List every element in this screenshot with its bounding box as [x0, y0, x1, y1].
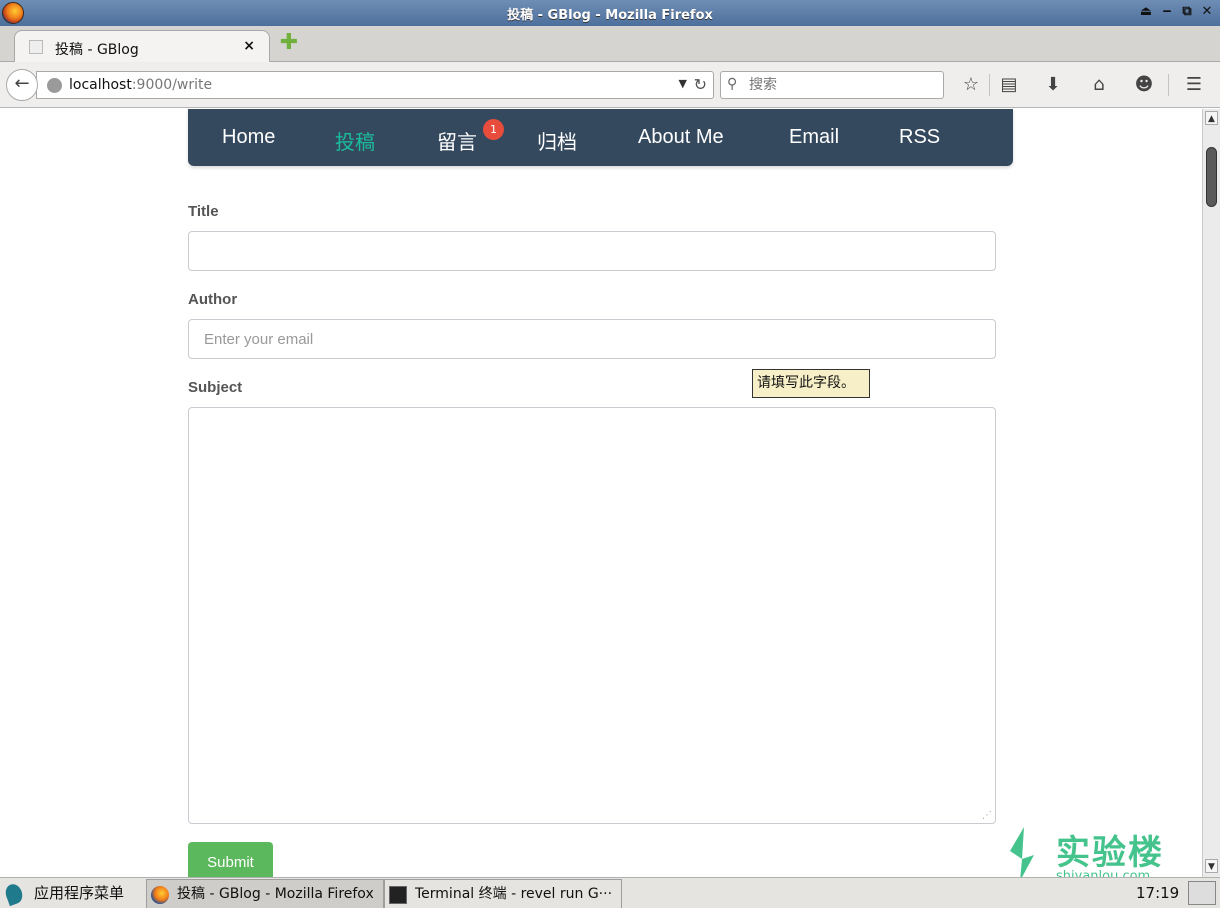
- home-icon[interactable]: ⌂: [1086, 72, 1112, 98]
- nav-archive[interactable]: 归档: [537, 126, 577, 155]
- submit-button[interactable]: Submit: [188, 842, 273, 877]
- nav-submit-post[interactable]: 投稿: [335, 126, 375, 155]
- tab-strip: 投稿 - GBlog × ✚: [0, 26, 1220, 63]
- scroll-up-icon[interactable]: ▲: [1205, 111, 1218, 125]
- site-navbar: Home 1 投稿 留言 归档 About Me Email RSS: [188, 109, 1013, 166]
- close-window-button[interactable]: ✕: [1198, 3, 1216, 21]
- resize-grip-icon[interactable]: ⋰: [982, 810, 993, 821]
- navigation-toolbar: localhost:9000/write ▼ ↻ ← ⚲ ☆ ▤ ⬇ ⌂ ☻ ☰: [0, 62, 1220, 108]
- terminal-icon: [389, 886, 407, 904]
- reload-icon[interactable]: ↻: [694, 75, 707, 94]
- nav-rss[interactable]: RSS: [899, 126, 940, 149]
- search-input[interactable]: [749, 76, 929, 94]
- system-tray-icon[interactable]: [1188, 881, 1216, 905]
- chat-icon[interactable]: ☻: [1131, 72, 1157, 98]
- subject-textarea[interactable]: [188, 407, 996, 824]
- reading-list-icon[interactable]: ▤: [996, 72, 1022, 98]
- app-menu-icon: [3, 881, 25, 906]
- page-favicon-icon: [29, 40, 43, 54]
- nav-about-me[interactable]: About Me: [638, 126, 724, 149]
- shiyanlou-logo-icon: [1010, 827, 1034, 877]
- notification-badge: 1: [483, 119, 504, 140]
- author-label: Author: [188, 291, 238, 308]
- watermark-name: 实验楼: [1056, 833, 1164, 873]
- watermark-url: shiyanlou.com: [1056, 869, 1151, 877]
- tab-gblog[interactable]: 投稿 - GBlog ×: [14, 30, 270, 63]
- url-bar[interactable]: localhost:9000/write ▼ ↻: [36, 71, 714, 99]
- firefox-icon: [151, 886, 169, 904]
- url-dropdown-icon[interactable]: ▼: [679, 77, 687, 90]
- author-email-input[interactable]: [188, 319, 996, 359]
- eject-icon[interactable]: ⏏: [1137, 3, 1155, 21]
- clock: 17:19: [1136, 884, 1180, 902]
- applications-menu[interactable]: 应用程序菜单: [3, 881, 125, 906]
- tab-close-icon[interactable]: ×: [243, 38, 255, 54]
- toolbar-separator: [989, 74, 990, 96]
- page-viewport: Home 1 投稿 留言 归档 About Me Email RSS Title…: [0, 109, 1202, 877]
- minimize-button[interactable]: ‒: [1158, 3, 1176, 21]
- url-path: :9000/write: [131, 77, 213, 93]
- download-icon[interactable]: ⬇: [1040, 72, 1066, 98]
- bookmark-star-icon[interactable]: ☆: [958, 72, 984, 98]
- search-box[interactable]: ⚲: [720, 71, 944, 99]
- title-label: Title: [188, 203, 219, 220]
- scrollbar-thumb[interactable]: [1206, 147, 1217, 207]
- restore-button[interactable]: ⧉: [1178, 3, 1196, 21]
- window-titlebar: 投稿 - GBlog - Mozilla Firefox ⏏ ‒ ⧉ ✕: [0, 0, 1220, 26]
- nav-email[interactable]: Email: [789, 126, 839, 149]
- nav-guestbook[interactable]: 留言: [437, 126, 477, 155]
- nav-home[interactable]: Home: [222, 126, 275, 149]
- task-firefox[interactable]: 投稿 - GBlog - Mozilla Firefox: [146, 879, 384, 908]
- task-terminal[interactable]: Terminal 终端 - revel run G···: [384, 879, 622, 908]
- tab-title: 投稿 - GBlog: [55, 42, 139, 58]
- toolbar-separator: [1168, 74, 1169, 96]
- shiyanlou-watermark: 实验楼 shiyanlou.com: [1000, 821, 1180, 877]
- back-button[interactable]: ←: [6, 69, 38, 101]
- task-firefox-label: 投稿 - GBlog - Mozilla Firefox: [177, 886, 374, 902]
- url-text[interactable]: localhost:9000/write: [69, 77, 212, 93]
- vertical-scrollbar[interactable]: ▲ ▼: [1202, 109, 1220, 877]
- task-terminal-label: Terminal 终端 - revel run G···: [415, 886, 613, 902]
- subject-label: Subject: [188, 379, 243, 396]
- url-host: localhost: [69, 77, 132, 93]
- desktop-taskbar: 应用程序菜单 投稿 - GBlog - Mozilla Firefox Term…: [0, 877, 1220, 908]
- title-input[interactable]: [188, 231, 996, 271]
- validation-tooltip: 请填写此字段。: [752, 369, 870, 398]
- menu-icon[interactable]: ☰: [1181, 72, 1207, 98]
- globe-icon: [47, 78, 62, 93]
- scroll-down-icon[interactable]: ▼: [1205, 859, 1218, 873]
- search-icon: ⚲: [727, 76, 738, 92]
- applications-menu-label: 应用程序菜单: [34, 884, 125, 902]
- new-tab-button[interactable]: ✚: [278, 32, 300, 55]
- window-title: 投稿 - GBlog - Mozilla Firefox: [507, 8, 713, 23]
